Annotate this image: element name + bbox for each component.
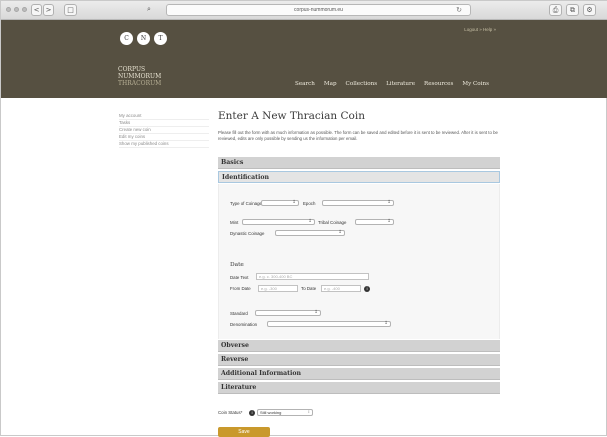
date-text-label: Date Text bbox=[230, 275, 249, 280]
main-nav: Search Map Collections Literature Resour… bbox=[295, 81, 489, 87]
extensions-icon[interactable]: ⚙ bbox=[583, 4, 596, 16]
address-bar[interactable]: corpus-nummorum.eu ↻ bbox=[166, 4, 471, 16]
standard-label: Standard bbox=[230, 311, 248, 316]
address-bar-url: corpus-nummorum.eu bbox=[294, 7, 343, 13]
close-window-button[interactable] bbox=[6, 7, 11, 12]
nav-my-coins[interactable]: My Coins bbox=[462, 81, 489, 87]
dynastic-coinage-label: Dynastic Coinage bbox=[230, 231, 265, 236]
sidebar-item-published-coins[interactable]: Show my published coins bbox=[119, 141, 209, 148]
back-button[interactable]: < bbox=[31, 4, 42, 16]
forward-button[interactable]: > bbox=[43, 4, 54, 16]
date-text-input[interactable]: e.g. c. 300-400 BC bbox=[256, 273, 369, 280]
section-reverse[interactable]: Reverse bbox=[218, 354, 500, 366]
logo-circle-t: T bbox=[154, 32, 167, 45]
tribal-coinage-select[interactable] bbox=[355, 219, 394, 225]
logo-line-1: CORPUS bbox=[118, 66, 146, 73]
top-links[interactable]: Logout » Help » bbox=[464, 27, 496, 32]
logo-line-2: NUMMORUM bbox=[118, 73, 162, 80]
standard-select[interactable] bbox=[255, 310, 321, 316]
nav-resources[interactable]: Resources bbox=[424, 81, 453, 87]
nav-map[interactable]: Map bbox=[324, 81, 337, 87]
to-date-label: To Date bbox=[301, 286, 317, 291]
date-heading: Date bbox=[230, 262, 244, 268]
minimize-window-button[interactable] bbox=[14, 7, 19, 12]
dynastic-coinage-select[interactable] bbox=[275, 230, 345, 236]
logo-circles[interactable]: C N T bbox=[120, 32, 167, 45]
date-info-icon[interactable]: i bbox=[364, 286, 370, 292]
tribal-coinage-label: Tribal Coinage bbox=[318, 220, 347, 225]
sidebar-item-tasks[interactable]: Tasks bbox=[119, 120, 209, 127]
to-date-input[interactable]: e.g. -400 bbox=[321, 285, 361, 292]
share-icon[interactable]: ⎙ bbox=[549, 4, 562, 16]
account-sidebar: My account Tasks Create new coin Edit my… bbox=[119, 113, 209, 148]
nav-literature[interactable]: Literature bbox=[386, 81, 415, 87]
type-of-coinage-select[interactable] bbox=[261, 200, 299, 206]
denomination-select[interactable] bbox=[267, 321, 391, 327]
epoch-select[interactable] bbox=[322, 200, 394, 206]
reload-icon[interactable]: ↻ bbox=[456, 5, 462, 16]
sidebar-item-edit-coins[interactable]: Edit my coins bbox=[119, 134, 209, 141]
sidebar-item-create-coin[interactable]: Create new coin bbox=[119, 127, 209, 134]
logo-circle-c: C bbox=[120, 32, 133, 45]
window-controls bbox=[6, 7, 27, 12]
sidebar-toggle-icon[interactable]: □ bbox=[64, 4, 77, 16]
intro-text: Please fill out the form with as much in… bbox=[218, 130, 498, 141]
browser-toolbar: < > □ ⌕ corpus-nummorum.eu ↻ ⎙ ⧉ ⚙ bbox=[1, 1, 607, 20]
section-additional-information[interactable]: Additional Information bbox=[218, 368, 500, 380]
type-of-coinage-label: Type of Coinage bbox=[230, 201, 262, 206]
logo-circle-n: N bbox=[137, 32, 150, 45]
from-date-label: From Date bbox=[230, 286, 251, 291]
mint-select[interactable] bbox=[242, 219, 315, 225]
epoch-label: Epoch bbox=[303, 201, 316, 206]
section-identification[interactable]: Identification bbox=[218, 171, 500, 183]
search-icon[interactable]: ⌕ bbox=[141, 4, 157, 16]
coin-status-select[interactable]: Still working bbox=[257, 409, 313, 416]
sidebar-item-my-account[interactable]: My account bbox=[119, 113, 209, 120]
denomination-label: Denomination bbox=[230, 322, 258, 327]
browser-window: < > □ ⌕ corpus-nummorum.eu ↻ ⎙ ⧉ ⚙ Logou… bbox=[0, 0, 607, 437]
from-date-input[interactable]: e.g. -300 bbox=[258, 285, 298, 292]
section-basics[interactable]: Basics bbox=[218, 157, 500, 169]
page-title: Enter A New Thracian Coin bbox=[218, 110, 365, 122]
tabs-icon[interactable]: ⧉ bbox=[566, 4, 579, 16]
nav-collections[interactable]: Collections bbox=[346, 81, 378, 87]
coin-status-info-icon[interactable]: i bbox=[249, 410, 255, 416]
section-literature[interactable]: Literature bbox=[218, 382, 500, 394]
nav-search[interactable]: Search bbox=[295, 81, 315, 87]
logo-line-3: THRACORUM bbox=[118, 80, 162, 87]
section-obverse[interactable]: Obverse bbox=[218, 340, 500, 352]
site-logo-text[interactable]: CORPUS NUMMORUM THRACORUM bbox=[118, 66, 161, 87]
mint-label: Mint bbox=[230, 220, 239, 225]
coin-status-label: Coin Status* bbox=[218, 410, 243, 415]
zoom-window-button[interactable] bbox=[22, 7, 27, 12]
